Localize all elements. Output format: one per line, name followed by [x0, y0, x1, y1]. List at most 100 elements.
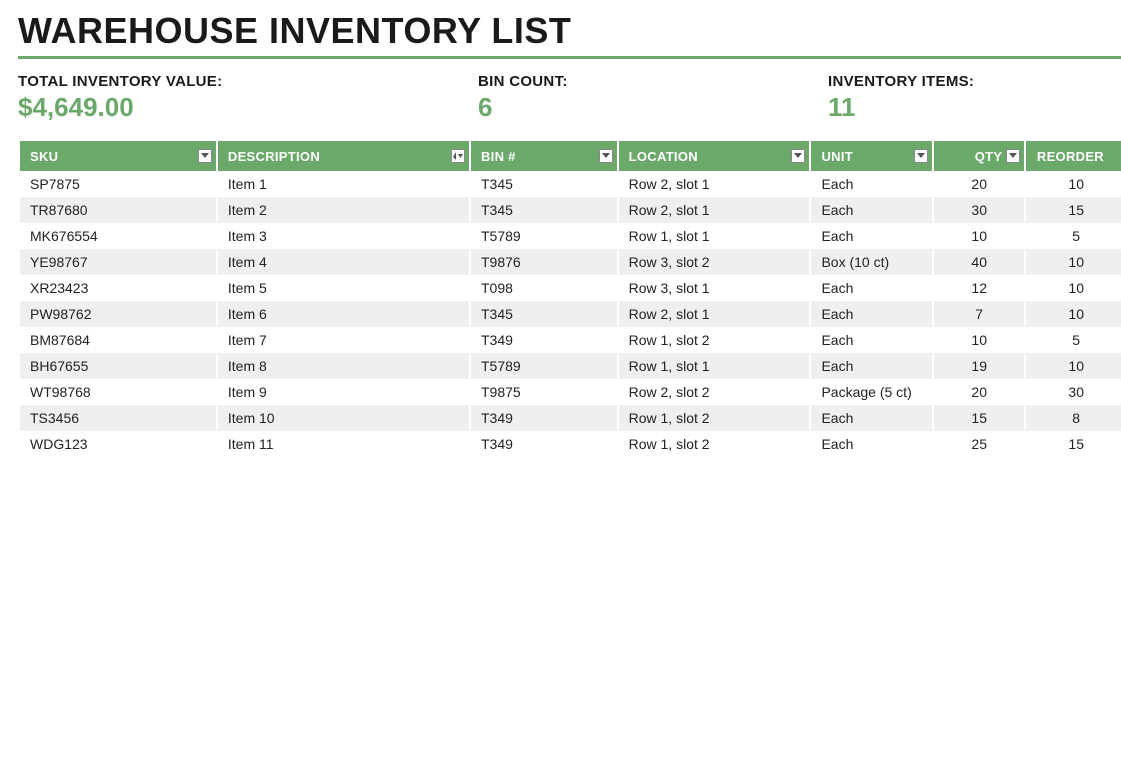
col-header-unit[interactable]: UNIT: [811, 141, 932, 171]
cell-location[interactable]: Row 1, slot 2: [619, 327, 810, 353]
cell-qty[interactable]: 40: [934, 249, 1024, 275]
cell-description[interactable]: Item 1: [218, 171, 469, 197]
cell-location[interactable]: Row 3, slot 2: [619, 249, 810, 275]
table-row[interactable]: SP7875Item 1T345Row 2, slot 1Each2010: [20, 171, 1121, 197]
cell-description[interactable]: Item 5: [218, 275, 469, 301]
cell-unit[interactable]: Each: [811, 431, 932, 457]
table-row[interactable]: WT98768Item 9T9875Row 2, slot 2Package (…: [20, 379, 1121, 405]
cell-reorder[interactable]: 8: [1026, 405, 1121, 431]
cell-qty[interactable]: 20: [934, 379, 1024, 405]
cell-location[interactable]: Row 2, slot 2: [619, 379, 810, 405]
cell-description[interactable]: Item 4: [218, 249, 469, 275]
cell-sku[interactable]: BM87684: [20, 327, 216, 353]
cell-qty[interactable]: 30: [934, 197, 1024, 223]
cell-reorder[interactable]: 15: [1026, 431, 1121, 457]
cell-sku[interactable]: TR87680: [20, 197, 216, 223]
cell-sku[interactable]: YE98767: [20, 249, 216, 275]
cell-description[interactable]: Item 9: [218, 379, 469, 405]
cell-reorder[interactable]: 5: [1026, 223, 1121, 249]
col-header-sku[interactable]: SKU: [20, 141, 216, 171]
cell-qty[interactable]: 15: [934, 405, 1024, 431]
cell-bin[interactable]: T5789: [471, 223, 617, 249]
cell-qty[interactable]: 7: [934, 301, 1024, 327]
cell-unit[interactable]: Each: [811, 405, 932, 431]
cell-description[interactable]: Item 7: [218, 327, 469, 353]
col-header-qty[interactable]: QTY: [934, 141, 1024, 171]
cell-reorder[interactable]: 10: [1026, 353, 1121, 379]
cell-reorder[interactable]: 10: [1026, 275, 1121, 301]
cell-bin[interactable]: T349: [471, 431, 617, 457]
cell-description[interactable]: Item 8: [218, 353, 469, 379]
filter-dropdown-icon[interactable]: [1006, 149, 1020, 163]
cell-bin[interactable]: T345: [471, 197, 617, 223]
cell-bin[interactable]: T349: [471, 405, 617, 431]
cell-bin[interactable]: T098: [471, 275, 617, 301]
cell-unit[interactable]: Each: [811, 353, 932, 379]
table-row[interactable]: TR87680Item 2T345Row 2, slot 1Each3015: [20, 197, 1121, 223]
cell-reorder[interactable]: 10: [1026, 301, 1121, 327]
cell-location[interactable]: Row 1, slot 2: [619, 431, 810, 457]
table-row[interactable]: XR23423Item 5T098Row 3, slot 1Each1210: [20, 275, 1121, 301]
cell-bin[interactable]: T345: [471, 301, 617, 327]
cell-location[interactable]: Row 2, slot 1: [619, 197, 810, 223]
col-header-bin[interactable]: BIN #: [471, 141, 617, 171]
cell-description[interactable]: Item 6: [218, 301, 469, 327]
table-row[interactable]: BM87684Item 7T349Row 1, slot 2Each105: [20, 327, 1121, 353]
cell-qty[interactable]: 25: [934, 431, 1024, 457]
cell-unit[interactable]: Each: [811, 327, 932, 353]
cell-reorder[interactable]: 10: [1026, 171, 1121, 197]
table-row[interactable]: TS3456Item 10T349Row 1, slot 2Each158: [20, 405, 1121, 431]
cell-sku[interactable]: TS3456: [20, 405, 216, 431]
table-row[interactable]: YE98767Item 4T9876Row 3, slot 2Box (10 c…: [20, 249, 1121, 275]
cell-qty[interactable]: 10: [934, 327, 1024, 353]
cell-reorder[interactable]: 10: [1026, 249, 1121, 275]
col-header-reorder[interactable]: REORDER: [1026, 141, 1121, 171]
cell-sku[interactable]: WT98768: [20, 379, 216, 405]
cell-reorder[interactable]: 15: [1026, 197, 1121, 223]
cell-description[interactable]: Item 10: [218, 405, 469, 431]
cell-sku[interactable]: XR23423: [20, 275, 216, 301]
cell-sku[interactable]: MK676554: [20, 223, 216, 249]
filter-dropdown-icon[interactable]: [599, 149, 613, 163]
table-row[interactable]: PW98762Item 6T345Row 2, slot 1Each710: [20, 301, 1121, 327]
cell-location[interactable]: Row 1, slot 2: [619, 405, 810, 431]
cell-description[interactable]: Item 2: [218, 197, 469, 223]
cell-unit[interactable]: Each: [811, 301, 932, 327]
cell-location[interactable]: Row 3, slot 1: [619, 275, 810, 301]
cell-location[interactable]: Row 2, slot 1: [619, 301, 810, 327]
cell-location[interactable]: Row 2, slot 1: [619, 171, 810, 197]
cell-sku[interactable]: SP7875: [20, 171, 216, 197]
cell-description[interactable]: Item 3: [218, 223, 469, 249]
table-row[interactable]: MK676554Item 3T5789Row 1, slot 1Each105: [20, 223, 1121, 249]
cell-unit[interactable]: Box (10 ct): [811, 249, 932, 275]
cell-unit[interactable]: Each: [811, 275, 932, 301]
cell-sku[interactable]: PW98762: [20, 301, 216, 327]
cell-bin[interactable]: T345: [471, 171, 617, 197]
cell-qty[interactable]: 20: [934, 171, 1024, 197]
cell-reorder[interactable]: 5: [1026, 327, 1121, 353]
cell-unit[interactable]: Each: [811, 197, 932, 223]
filter-dropdown-icon[interactable]: [914, 149, 928, 163]
filter-dropdown-icon[interactable]: [198, 149, 212, 163]
cell-qty[interactable]: 10: [934, 223, 1024, 249]
table-row[interactable]: WDG123Item 11T349Row 1, slot 2Each2515: [20, 431, 1121, 457]
cell-bin[interactable]: T349: [471, 327, 617, 353]
table-row[interactable]: BH67655Item 8T5789Row 1, slot 1Each1910: [20, 353, 1121, 379]
cell-bin[interactable]: T5789: [471, 353, 617, 379]
cell-location[interactable]: Row 1, slot 1: [619, 223, 810, 249]
cell-unit[interactable]: Each: [811, 171, 932, 197]
cell-reorder[interactable]: 30: [1026, 379, 1121, 405]
cell-qty[interactable]: 12: [934, 275, 1024, 301]
filter-dropdown-icon[interactable]: [791, 149, 805, 163]
filter-sort-icon[interactable]: [451, 149, 465, 163]
cell-location[interactable]: Row 1, slot 1: [619, 353, 810, 379]
cell-bin[interactable]: T9875: [471, 379, 617, 405]
cell-description[interactable]: Item 11: [218, 431, 469, 457]
cell-sku[interactable]: WDG123: [20, 431, 216, 457]
cell-unit[interactable]: Each: [811, 223, 932, 249]
cell-qty[interactable]: 19: [934, 353, 1024, 379]
cell-unit[interactable]: Package (5 ct): [811, 379, 932, 405]
cell-sku[interactable]: BH67655: [20, 353, 216, 379]
col-header-location[interactable]: LOCATION: [619, 141, 810, 171]
cell-bin[interactable]: T9876: [471, 249, 617, 275]
